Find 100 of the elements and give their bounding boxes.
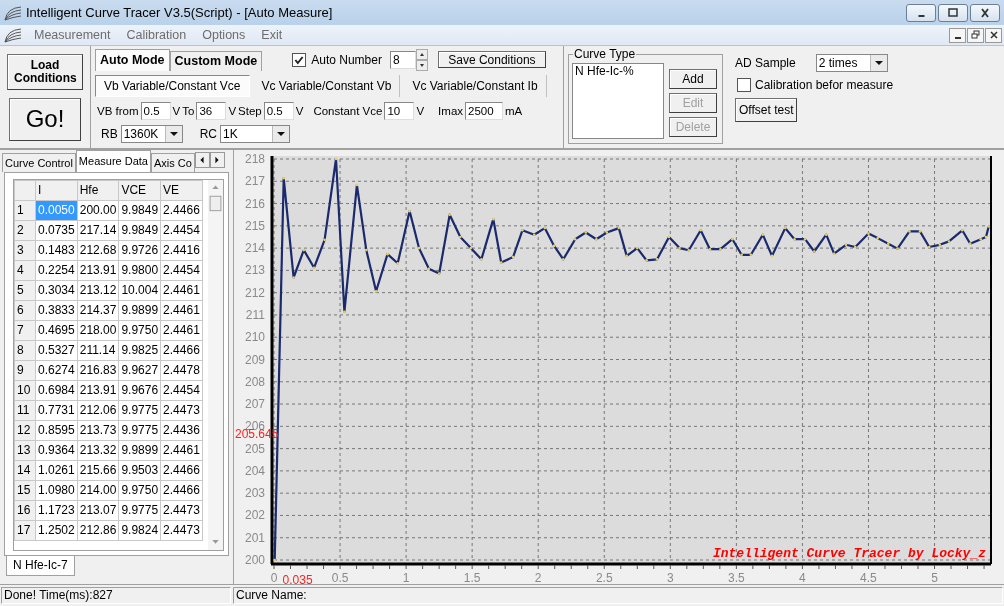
table-cell[interactable]: 0.5327 xyxy=(35,340,78,360)
table-cell[interactable]: 0.7731 xyxy=(35,400,78,420)
parameter-field[interactable]: 0.5 xyxy=(140,101,171,120)
table-cell[interactable]: 0.2254 xyxy=(35,260,78,280)
parameter-field[interactable]: 36 xyxy=(196,101,227,120)
table-cell[interactable]: 211.14 xyxy=(77,340,119,360)
mode-tab[interactable]: Custom Mode xyxy=(169,50,263,71)
table-cell[interactable]: 214.37 xyxy=(77,300,119,320)
list-item[interactable]: N Hfe-Ic-% xyxy=(573,63,663,78)
table-cell[interactable]: 2.4473 xyxy=(160,500,203,520)
table-cell[interactable]: 9.9824 xyxy=(118,520,161,540)
table-cell[interactable]: 0.1483 xyxy=(35,240,78,260)
table-cell[interactable]: 9.9775 xyxy=(118,420,161,440)
sweep-mode-button[interactable]: Vb Variable/Constant Vce xyxy=(95,74,250,97)
table-cell[interactable]: 2.4461 xyxy=(160,280,203,300)
table-cell[interactable]: 2.4461 xyxy=(160,440,203,460)
table-cell[interactable]: 0.3034 xyxy=(35,280,78,300)
resistor-dropdown[interactable]: 1360K xyxy=(120,124,183,143)
column-header[interactable]: I xyxy=(35,180,78,200)
table-cell[interactable]: 1.2502 xyxy=(35,520,78,540)
table-cell[interactable]: 9.9849 xyxy=(118,220,161,240)
table-cell[interactable]: 2.4473 xyxy=(160,400,203,420)
table-cell[interactable]: 213.12 xyxy=(77,280,119,300)
menu-item[interactable]: Measurement xyxy=(26,28,119,43)
table-cell[interactable]: 2.4466 xyxy=(160,480,203,500)
curve-tab[interactable]: N Hfe-Ic-7 xyxy=(6,555,75,576)
table-cell[interactable]: 213.91 xyxy=(77,380,119,400)
table-cell[interactable]: 9.9775 xyxy=(118,400,161,420)
table-cell[interactable]: 2.4461 xyxy=(160,300,203,320)
table-cell[interactable]: 9.9726 xyxy=(118,240,161,260)
table-cell[interactable]: 2.4436 xyxy=(160,420,203,440)
sweep-mode-button[interactable]: Vc Variable/Constant Ib xyxy=(404,74,547,97)
table-cell[interactable]: 0.6984 xyxy=(35,380,78,400)
table-cell[interactable]: 213.32 xyxy=(77,440,119,460)
table-cell[interactable]: 1.0980 xyxy=(35,480,78,500)
table-cell[interactable]: 215.66 xyxy=(77,460,119,480)
table-cell[interactable]: 2.4454 xyxy=(160,260,203,280)
table-cell[interactable]: 1.0261 xyxy=(35,460,78,480)
table-cell[interactable]: 0.3833 xyxy=(35,300,78,320)
table-cell[interactable]: 0.6274 xyxy=(35,360,78,380)
column-header[interactable]: Hfe xyxy=(77,180,119,200)
panel-tab[interactable]: Curve Control xyxy=(2,152,76,172)
table-cell[interactable]: 2.4478 xyxy=(160,360,203,380)
parameter-field[interactable]: 2500 xyxy=(465,101,504,120)
resistor-dropdown[interactable]: 1K xyxy=(220,124,290,143)
table-cell[interactable]: 9.9627 xyxy=(118,360,161,380)
table-cell[interactable]: 2.4473 xyxy=(160,520,203,540)
table-cell[interactable]: 214.00 xyxy=(77,480,119,500)
menu-item[interactable]: Options xyxy=(194,28,254,43)
table-cell[interactable]: 1.1723 xyxy=(35,500,78,520)
load-conditions-button[interactable]: Load Conditions xyxy=(7,53,83,90)
table-cell[interactable]: 9.9775 xyxy=(118,500,161,520)
table-cell[interactable]: 9.9825 xyxy=(118,340,161,360)
table-cell[interactable]: 2.4466 xyxy=(160,200,203,220)
table-cell[interactable]: 212.86 xyxy=(77,520,119,540)
table-cell[interactable]: 9.9899 xyxy=(118,440,161,460)
table-cell[interactable]: 212.68 xyxy=(77,240,119,260)
table-cell[interactable]: 9.9503 xyxy=(118,460,161,480)
offset-test-button[interactable]: Offset test xyxy=(735,97,798,122)
table-cell[interactable]: 0.0735 xyxy=(35,220,78,240)
mode-tab[interactable]: Auto Mode xyxy=(95,48,170,71)
table-cell[interactable]: 216.83 xyxy=(77,360,119,380)
column-header[interactable]: VCE xyxy=(118,180,161,200)
ad-sample-dropdown[interactable]: 2 times xyxy=(815,53,888,72)
table-cell[interactable]: 218.00 xyxy=(77,320,119,340)
table-cell[interactable]: 9.9750 xyxy=(118,480,161,500)
table-cell[interactable]: 0.4695 xyxy=(35,320,78,340)
parameter-field[interactable]: 0.5 xyxy=(263,101,294,120)
auto-number-field[interactable]: 8 xyxy=(389,50,416,69)
menu-item[interactable]: Exit xyxy=(253,28,291,43)
menu-item[interactable]: Calibration xyxy=(118,28,195,43)
table-cell[interactable]: 2.4454 xyxy=(160,220,203,240)
table-cell[interactable]: 0.8595 xyxy=(35,420,78,440)
sweep-mode-button[interactable]: Vc Variable/Constant Vb xyxy=(253,74,401,97)
row-number: 14 xyxy=(14,460,36,480)
table-cell[interactable]: 200.00 xyxy=(77,200,119,220)
table-cell[interactable]: 213.91 xyxy=(77,260,119,280)
panel-tab[interactable]: Axis Co xyxy=(150,152,195,172)
table-cell[interactable]: 2.4461 xyxy=(160,320,203,340)
column-header[interactable]: VE xyxy=(160,180,203,200)
curve-type-list[interactable]: N Hfe-Ic-% xyxy=(572,62,664,139)
table-cell[interactable]: 217.14 xyxy=(77,220,119,240)
parameter-field[interactable]: 10 xyxy=(384,101,415,120)
table-cell[interactable]: 2.4466 xyxy=(160,340,203,360)
table-cell[interactable]: 2.4454 xyxy=(160,380,203,400)
go-button[interactable]: Go! xyxy=(9,97,81,141)
table-cell[interactable]: 10.004 xyxy=(118,280,161,300)
table-cell[interactable]: 213.73 xyxy=(77,420,119,440)
table-cell[interactable]: 213.07 xyxy=(77,500,119,520)
save-conditions-button[interactable]: Save Conditions xyxy=(437,51,546,69)
table-cell[interactable]: 9.9750 xyxy=(118,320,161,340)
table-cell[interactable]: 9.9800 xyxy=(118,260,161,280)
curve-action-button[interactable]: Add xyxy=(669,68,717,89)
table-cell[interactable]: 2.4466 xyxy=(160,460,203,480)
table-cell[interactable]: 212.06 xyxy=(77,400,119,420)
table-cell[interactable]: 2.4416 xyxy=(160,240,203,260)
table-cell[interactable]: 0.9364 xyxy=(35,440,78,460)
table-cell[interactable]: 9.9899 xyxy=(118,300,161,320)
table-cell[interactable]: 9.9849 xyxy=(118,200,161,220)
table-cell[interactable]: 9.9676 xyxy=(118,380,161,400)
